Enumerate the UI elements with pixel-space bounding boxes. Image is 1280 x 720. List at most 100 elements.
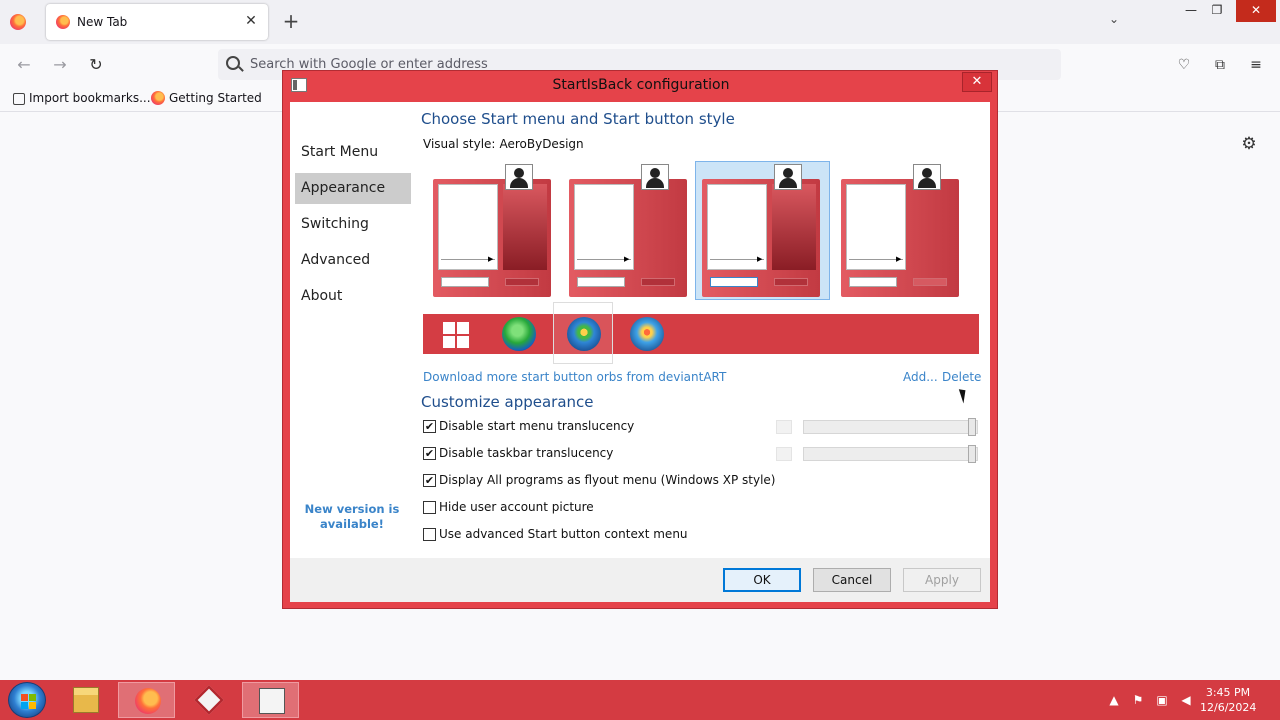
dialog-close-button[interactable]: ✕ bbox=[962, 72, 992, 92]
orb-windows8-flag[interactable] bbox=[425, 316, 485, 352]
restore-icon[interactable]: ❐ bbox=[1200, 0, 1234, 22]
option-label: Use advanced Start button context menu bbox=[439, 527, 688, 541]
startisback-dialog: StartIsBack configuration ✕ Start Menu A… bbox=[282, 70, 998, 609]
sidebar-item-about[interactable]: About bbox=[295, 281, 411, 312]
firefox-icon bbox=[56, 15, 70, 29]
clock-date: 12/6/2024 bbox=[1200, 701, 1257, 714]
tab-close-icon[interactable]: ✕ bbox=[242, 12, 260, 30]
clock-time: 3:45 PM bbox=[1205, 686, 1251, 699]
option-label: Hide user account picture bbox=[439, 500, 594, 514]
option-label: Disable start menu translucency bbox=[439, 419, 635, 433]
new-version-link[interactable]: New version is available! bbox=[302, 502, 402, 532]
orb-green-globe[interactable] bbox=[489, 316, 549, 352]
style-heading: Choose Start menu and Start button style bbox=[421, 110, 735, 128]
option-label: Display All programs as flyout menu (Win… bbox=[439, 473, 776, 487]
pocket-icon[interactable]: ♡ bbox=[1175, 56, 1193, 74]
sidebar-item-appearance[interactable]: Appearance bbox=[295, 173, 411, 204]
taskbar-app-red[interactable] bbox=[180, 682, 237, 718]
firefox-view-icon[interactable] bbox=[10, 14, 26, 30]
start-menu-style-3[interactable]: ▶ bbox=[695, 161, 830, 300]
new-tab-icon[interactable]: + bbox=[280, 10, 302, 32]
dialog-title: StartIsBack configuration bbox=[552, 77, 730, 93]
checkbox-checked[interactable]: ✔ bbox=[423, 474, 436, 487]
visual-style-label: Visual style: bbox=[423, 137, 496, 151]
delete-orb-link[interactable]: Delete bbox=[942, 370, 981, 384]
checkbox-checked[interactable]: ✔ bbox=[423, 447, 436, 460]
user-avatar-icon bbox=[774, 164, 802, 190]
import-icon bbox=[13, 93, 25, 105]
sidebar-item-start-menu[interactable]: Start Menu bbox=[295, 137, 411, 168]
apply-button[interactable]: Apply bbox=[903, 568, 981, 592]
folder-icon bbox=[73, 687, 99, 713]
tab-new-tab[interactable]: New Tab ✕ bbox=[46, 4, 268, 40]
show-hidden-icons-icon[interactable]: ▲ bbox=[1106, 692, 1122, 708]
slider-thumb[interactable] bbox=[968, 445, 976, 463]
start-menu-preview: ▶ bbox=[569, 179, 687, 297]
volume-muted-icon[interactable]: ◀ bbox=[1178, 692, 1194, 708]
forward-icon[interactable]: → bbox=[49, 54, 71, 76]
taskbar-translucency-slider[interactable] bbox=[803, 445, 978, 463]
firefox-icon bbox=[135, 688, 161, 714]
list-all-tabs-icon[interactable]: ⌄ bbox=[1104, 12, 1124, 32]
start-menu-color-swatch[interactable] bbox=[776, 420, 792, 434]
startisback-icon bbox=[259, 688, 285, 714]
dialog-footer: OK Cancel Apply bbox=[290, 558, 990, 602]
visual-style-row: Visual style: AeroByDesign bbox=[423, 137, 584, 151]
orb-windows7-classic[interactable] bbox=[553, 302, 613, 364]
customize-heading: Customize appearance bbox=[421, 393, 594, 411]
sidebar-item-switching[interactable]: Switching bbox=[295, 209, 411, 240]
bookmark-getting-started[interactable]: Getting Started bbox=[151, 91, 262, 105]
start-button-orb-strip bbox=[423, 302, 979, 364]
start-menu-preview: ▶ bbox=[702, 179, 820, 297]
firefox-icon bbox=[151, 91, 165, 105]
start-menu-style-2[interactable]: ▶ bbox=[562, 161, 697, 300]
start-menu-preview: ▶ bbox=[433, 179, 551, 297]
taskbar-firefox[interactable] bbox=[118, 682, 175, 718]
bookmark-import[interactable]: Import bookmarks... bbox=[13, 91, 151, 105]
start-button[interactable] bbox=[8, 682, 46, 718]
start-menu-style-1[interactable]: ▶ bbox=[426, 161, 561, 300]
bookmark-import-label: Import bookmarks... bbox=[29, 91, 151, 105]
windows-orb-icon bbox=[567, 317, 601, 351]
dialog-client-area: Start Menu Appearance Switching Advanced… bbox=[290, 102, 990, 558]
app-icon bbox=[194, 685, 224, 715]
windows-orb-icon bbox=[630, 317, 664, 351]
start-menu-preview: ▶ bbox=[841, 179, 959, 297]
settings-gear-icon[interactable]: ⚙ bbox=[1240, 135, 1258, 153]
taskbar-file-explorer[interactable] bbox=[57, 682, 114, 718]
search-icon bbox=[226, 56, 240, 70]
taskbar-color-swatch[interactable] bbox=[776, 447, 792, 461]
reload-icon[interactable]: ↻ bbox=[85, 54, 107, 76]
user-avatar-icon bbox=[913, 164, 941, 190]
bookmark-getting-started-label: Getting Started bbox=[169, 91, 262, 105]
tab-title: New Tab bbox=[77, 15, 128, 29]
back-icon[interactable]: ← bbox=[13, 54, 35, 76]
user-avatar-icon bbox=[505, 164, 533, 190]
close-icon[interactable]: ✕ bbox=[1236, 0, 1276, 22]
orb-windows7-blue[interactable] bbox=[617, 316, 677, 352]
start-menu-translucency-slider[interactable] bbox=[803, 418, 978, 436]
sidebar-item-advanced[interactable]: Advanced bbox=[295, 245, 411, 276]
download-orbs-link[interactable]: Download more start button orbs from dev… bbox=[423, 370, 726, 384]
cancel-button[interactable]: Cancel bbox=[813, 568, 891, 592]
option-label: Disable taskbar translucency bbox=[439, 446, 614, 460]
ok-button[interactable]: OK bbox=[723, 568, 801, 592]
visual-style-value: AeroByDesign bbox=[499, 137, 584, 151]
checkbox-unchecked[interactable] bbox=[423, 528, 436, 541]
tab-strip: New Tab ✕ + ⌄ — ❐ ✕ bbox=[0, 0, 1280, 44]
user-avatar-icon bbox=[641, 164, 669, 190]
checkbox-unchecked[interactable] bbox=[423, 501, 436, 514]
globe-orb-icon bbox=[502, 317, 536, 351]
start-menu-style-4[interactable]: ▶ bbox=[834, 161, 969, 300]
windows-logo-icon bbox=[443, 322, 469, 348]
slider-thumb[interactable] bbox=[968, 418, 976, 436]
taskbar: ▲ ⚑ ▣ ◀ 3:45 PM 12/6/2024 bbox=[0, 680, 1280, 720]
taskbar-startisback[interactable] bbox=[242, 682, 299, 718]
menu-icon[interactable]: ≡ bbox=[1247, 56, 1265, 74]
checkbox-checked[interactable]: ✔ bbox=[423, 420, 436, 433]
action-center-flag-icon[interactable]: ⚑ bbox=[1130, 692, 1146, 708]
taskbar-clock[interactable]: 3:45 PM 12/6/2024 bbox=[1200, 685, 1256, 715]
network-icon[interactable]: ▣ bbox=[1154, 692, 1170, 708]
extensions-icon[interactable]: ⧉ bbox=[1211, 56, 1229, 74]
add-orb-link[interactable]: Add... bbox=[903, 370, 938, 384]
